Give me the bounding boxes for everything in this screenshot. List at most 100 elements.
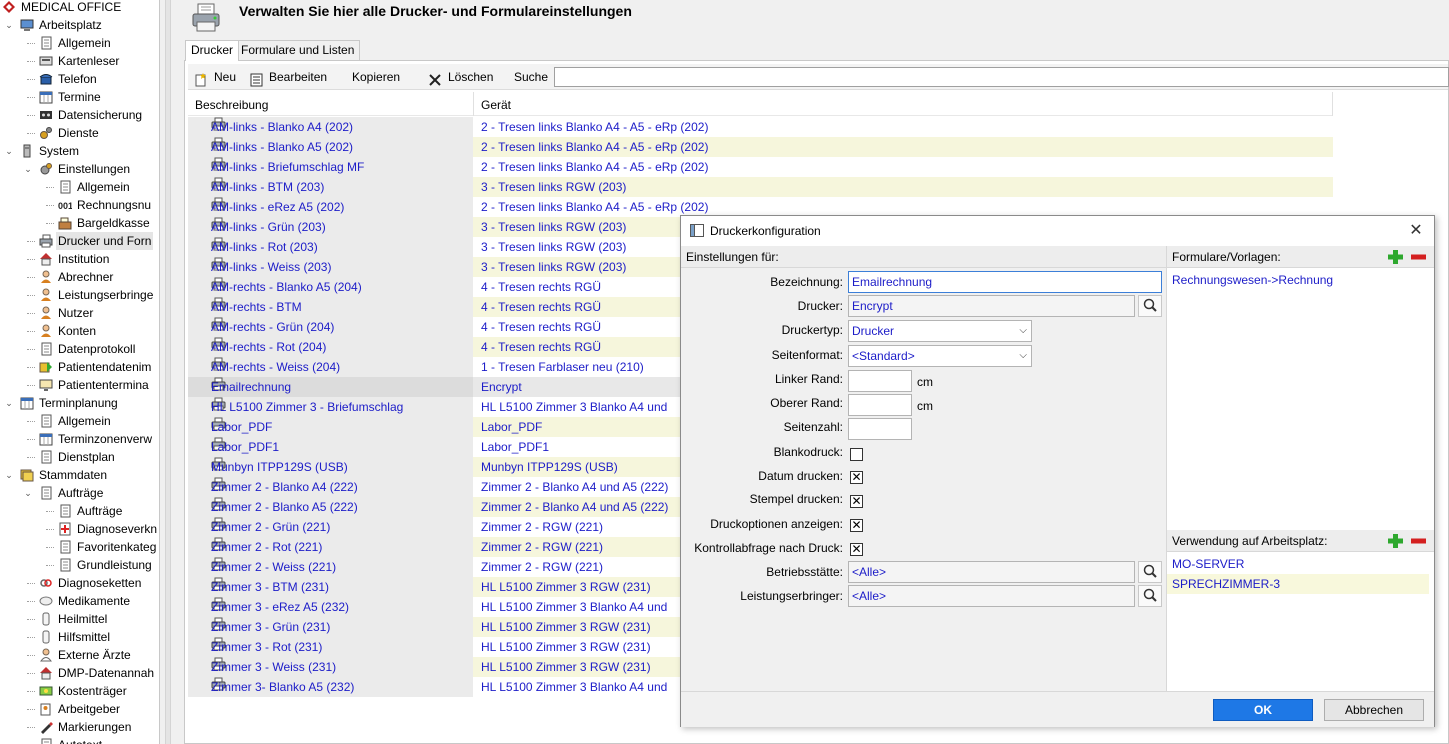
formular-item[interactable]: Rechnungswesen->Rechnung — [1167, 270, 1429, 290]
beschreibung-cell[interactable]: Emailrechnung — [188, 377, 473, 397]
tree-item[interactable]: Termine — [0, 88, 159, 106]
beschreibung-cell[interactable]: Zimmer 3 - Rot (231) — [188, 637, 473, 657]
seitenzahl-field[interactable] — [848, 418, 912, 440]
geraet-cell[interactable]: Encrypt — [481, 377, 522, 397]
column-header-beschreibung[interactable]: Beschreibung — [195, 92, 268, 116]
table-row[interactable]: AM-links - BTM (203) 3 - Tresen links RGW… — [188, 177, 1333, 197]
arbeitsplatz-item[interactable]: MO-SERVER — [1167, 554, 1429, 574]
drucker-field[interactable]: Encrypt — [848, 295, 1135, 317]
druckoptionen-checkbox[interactable]: ✕ — [850, 519, 863, 532]
expand-chevron-icon[interactable]: ⌄ — [4, 16, 14, 34]
geraet-cell[interactable]: 3 - Tresen links RGW (203) — [481, 237, 626, 257]
geraet-cell[interactable]: 3 - Tresen links RGW (203) — [481, 257, 626, 277]
tree-item[interactable]: Heilmittel — [0, 610, 159, 628]
tree-item[interactable]: Markierungen — [0, 718, 159, 736]
beschreibung-cell[interactable]: AM-links - BTM (203) — [188, 177, 473, 197]
tree-item[interactable]: ⌄ Aufträge — [0, 484, 159, 502]
copy-button[interactable]: Kopieren — [352, 64, 400, 90]
seitenformat-select[interactable]: <Standard> ⌵ — [848, 345, 1032, 367]
stempel-drucken-checkbox[interactable]: ✕ — [850, 495, 863, 508]
beschreibung-cell[interactable]: AM-rechts - Rot (204) — [188, 337, 473, 357]
geraet-cell[interactable]: Zimmer 2 - Blanko A4 und A5 (222) — [481, 477, 668, 497]
beschreibung-cell[interactable]: AM-rechts - Grün (204) — [188, 317, 473, 337]
geraet-cell[interactable]: HL L5100 Zimmer 3 Blanko A4 und — [481, 597, 667, 617]
beschreibung-cell[interactable]: Zimmer 3- Blanko A5 (232) — [188, 677, 473, 697]
tree-item[interactable]: Allgemein — [0, 34, 159, 52]
beschreibung-cell[interactable]: Zimmer 2 - Blanko A4 (222) — [188, 477, 473, 497]
dialog-titlebar[interactable]: Druckerkonfiguration ✕ — [681, 216, 1434, 246]
betriebsstaette-search-button[interactable] — [1138, 561, 1162, 583]
beschreibung-cell[interactable]: AM-links - Blanko A4 (202) — [188, 117, 473, 137]
tab-formulare-und-listen[interactable]: Formulare und Listen — [235, 40, 361, 60]
tree-item[interactable]: Dienste — [0, 124, 159, 142]
expand-chevron-icon[interactable]: ⌄ — [23, 160, 33, 178]
geraet-cell[interactable]: Labor_PDF — [481, 417, 542, 437]
geraet-cell[interactable]: Munbyn ITPP129S (USB) — [481, 457, 618, 477]
geraet-cell[interactable]: 1 - Tresen Farblaser neu (210) — [481, 357, 644, 377]
column-separator[interactable] — [1332, 92, 1333, 116]
geraet-cell[interactable]: Zimmer 2 - RGW (221) — [481, 517, 603, 537]
leistungserbringer-field[interactable]: <Alle> — [848, 585, 1135, 607]
geraet-cell[interactable]: HL L5100 Zimmer 3 RGW (231) — [481, 577, 651, 597]
beschreibung-cell[interactable]: Zimmer 3 - eRez A5 (232) — [188, 597, 473, 617]
betriebsstaette-field[interactable]: <Alle> — [848, 561, 1135, 583]
beschreibung-cell[interactable]: AM-links - eRez A5 (202) — [188, 197, 473, 217]
oberer-rand-field[interactable] — [848, 394, 912, 416]
geraet-cell[interactable]: 4 - Tresen rechts RGÜ — [481, 277, 601, 297]
tree-item[interactable]: Allgemein — [0, 412, 159, 430]
geraet-cell[interactable]: 4 - Tresen rechts RGÜ — [481, 297, 601, 317]
tree-item[interactable]: Datenprotokoll — [0, 340, 159, 358]
geraet-cell[interactable]: Labor_PDF1 — [481, 437, 549, 457]
beschreibung-cell[interactable]: Labor_PDF1 — [188, 437, 473, 457]
beschreibung-cell[interactable]: Zimmer 3 - BTM (231) — [188, 577, 473, 597]
add-formular-button[interactable] — [1385, 248, 1405, 266]
tree-item[interactable]: 001 Rechnungsnu — [0, 196, 159, 214]
tree-item[interactable]: Konten — [0, 322, 159, 340]
table-row[interactable]: AM-links - Blanko A4 (202) 2 - Tresen lin… — [188, 117, 1333, 137]
beschreibung-cell[interactable]: Zimmer 3 - Weiss (231) — [188, 657, 473, 677]
beschreibung-cell[interactable]: AM-links - Briefumschlag MF — [188, 157, 473, 177]
tree-item[interactable]: Externe Ärzte — [0, 646, 159, 664]
datum-drucken-checkbox[interactable]: ✕ — [850, 471, 863, 484]
tree-item[interactable]: ⌄ Stammdaten — [0, 466, 159, 484]
navigation-tree[interactable]: MEDICAL OFFICE ⌄ Arbeitsplatz Allgemein Kart… — [0, 0, 160, 744]
kontrollabfrage-checkbox[interactable]: ✕ — [850, 543, 863, 556]
tree-item[interactable]: ⌄ Terminplanung — [0, 394, 159, 412]
remove-formular-button[interactable] — [1408, 248, 1428, 266]
geraet-cell[interactable]: HL L5100 Zimmer 3 Blanko A4 und — [481, 677, 667, 697]
ok-button[interactable]: OK — [1213, 699, 1313, 721]
geraet-cell[interactable]: HL L5100 Zimmer 3 Blanko A4 und — [481, 397, 667, 417]
cancel-button[interactable]: Abbrechen — [1324, 699, 1424, 721]
tree-item[interactable]: Terminzonenverw — [0, 430, 159, 448]
table-row[interactable]: AM-links - Briefumschlag MF 2 - Tresen li… — [188, 157, 1333, 177]
panel-splitter[interactable] — [160, 0, 178, 744]
tree-item[interactable]: Leistungserbringe — [0, 286, 159, 304]
table-row[interactable]: AM-links - eRez A5 (202) 2 - Tresen links… — [188, 197, 1333, 217]
tab-drucker[interactable]: Drucker — [185, 40, 240, 61]
linker-rand-field[interactable] — [848, 370, 912, 392]
beschreibung-cell[interactable]: Zimmer 2 - Weiss (221) — [188, 557, 473, 577]
tree-item[interactable]: Nutzer — [0, 304, 159, 322]
tree-item[interactable]: Diagnoseketten — [0, 574, 159, 592]
geraet-cell[interactable]: HL L5100 Zimmer 3 RGW (231) — [481, 617, 651, 637]
tree-item[interactable]: Autotext — [0, 736, 159, 744]
tree-item[interactable]: Bargeldkasse — [0, 214, 159, 232]
tree-item[interactable]: Hilfsmittel — [0, 628, 159, 646]
beschreibung-cell[interactable]: Munbyn ITPP129S (USB) — [188, 457, 473, 477]
beschreibung-cell[interactable]: AM-links - Blanko A5 (202) — [188, 137, 473, 157]
bezeichnung-field[interactable]: Emailrechnung — [848, 271, 1162, 293]
beschreibung-cell[interactable]: Labor_PDF — [188, 417, 473, 437]
expand-chevron-icon[interactable]: ⌄ — [4, 142, 14, 160]
tree-item[interactable]: DMP-Datenannah — [0, 664, 159, 682]
geraet-cell[interactable]: Zimmer 2 - RGW (221) — [481, 557, 603, 577]
search-input[interactable] — [554, 67, 1449, 87]
geraet-cell[interactable]: 2 - Tresen links Blanko A4 - A5 - eRp (2… — [481, 157, 708, 177]
geraet-cell[interactable]: 2 - Tresen links Blanko A4 - A5 - eRp (2… — [481, 197, 708, 217]
geraet-cell[interactable]: 3 - Tresen links RGW (203) — [481, 177, 626, 197]
expand-chevron-icon[interactable]: ⌄ — [4, 394, 14, 412]
geraet-cell[interactable]: HL L5100 Zimmer 3 RGW (231) — [481, 637, 651, 657]
beschreibung-cell[interactable]: Zimmer 3 - Grün (231) — [188, 617, 473, 637]
tree-item[interactable]: Grundleistung — [0, 556, 159, 574]
beschreibung-cell[interactable]: AM-links - Grün (203) — [188, 217, 473, 237]
beschreibung-cell[interactable]: AM-rechts - Weiss (204) — [188, 357, 473, 377]
